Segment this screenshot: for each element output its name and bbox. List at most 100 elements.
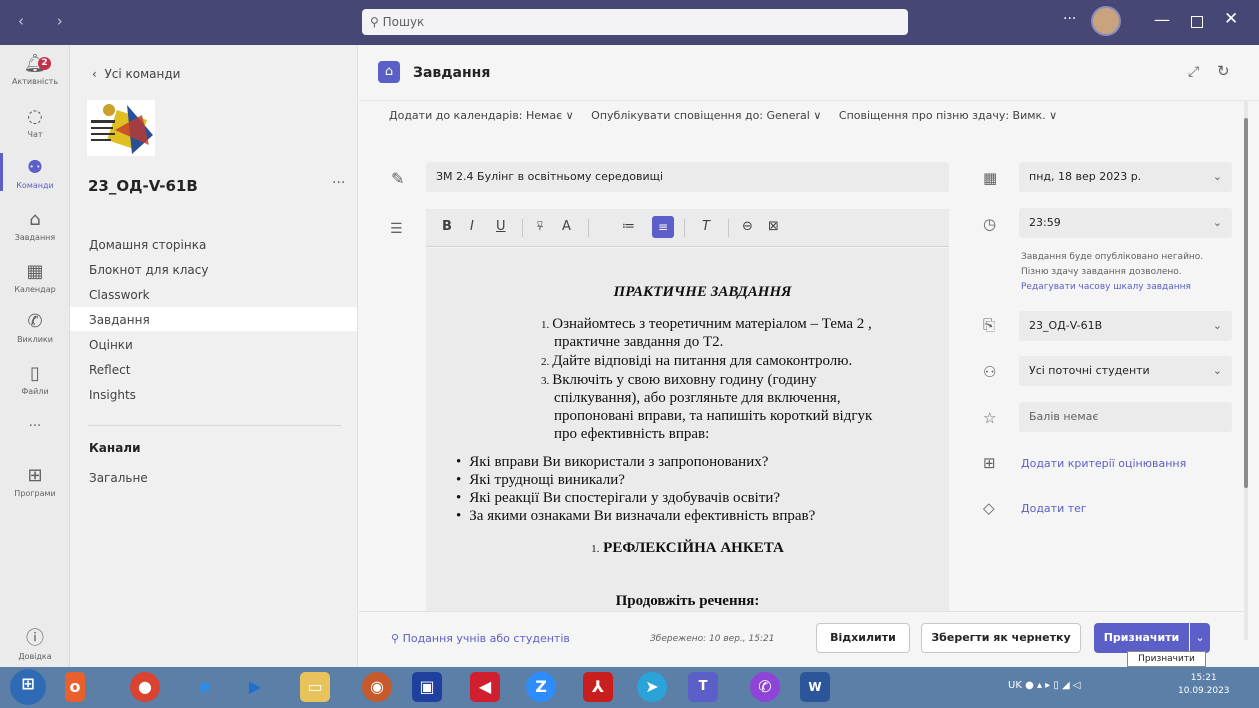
office-icon[interactable]: o (65, 672, 85, 702)
calendar-icon: ▦ (983, 169, 998, 187)
bullet-item: Які реакції Ви спостерігали у здобувачів… (456, 489, 780, 507)
system-tray[interactable]: UK ● ▴ ▸ ▯ ◢ ◁ (1008, 680, 1081, 691)
rail-item-calendar[interactable]: ▦ Календар (0, 261, 70, 294)
students-select[interactable]: Усі поточні студенти ⌄ (1019, 356, 1232, 386)
clear-format-icon[interactable]: T (702, 219, 710, 234)
chevron-down-icon: ⌄ (1212, 216, 1222, 229)
anydesk-icon[interactable]: ◀ (470, 672, 500, 702)
zoom-icon[interactable]: Z (526, 672, 556, 702)
viber-icon[interactable]: ✆ (750, 672, 780, 702)
person-icon: ⚲ (391, 632, 400, 645)
pdf-icon[interactable]: ⅄ (583, 672, 613, 702)
section-subheading: Продовжіть речення: (615, 593, 760, 609)
channels-header: Канали (89, 441, 141, 455)
nav-arrows[interactable]: ‹ › (18, 12, 77, 30)
font-color-icon[interactable]: A (562, 219, 571, 234)
rubric-icon: ⊞ (983, 454, 996, 472)
bullet-list-icon[interactable]: ≔ (622, 219, 635, 234)
refresh-icon[interactable]: ↻ (1217, 62, 1230, 80)
rail-item-apps[interactable]: ⊞ Програми (0, 465, 70, 498)
publish-note: Завдання буде опубліковано негайно. (1021, 252, 1204, 262)
rail-item-teams[interactable]: ⚉ Команди (0, 157, 70, 190)
rail-item-calls[interactable]: ✆ Виклики (0, 311, 70, 344)
saved-status: Збережено: 10 вер., 15:21 (650, 634, 775, 644)
more-options-button[interactable]: ··· (1063, 11, 1076, 27)
toolbar-divider (522, 219, 523, 237)
taskbar-clock[interactable]: 15:21 10.09.2023 (1178, 672, 1230, 698)
rail-item-assignments[interactable]: ⌂ Завдання (0, 209, 70, 242)
class-select[interactable]: 23_ОД-V-61В ⌄ (1019, 311, 1232, 341)
instructions-icon: ☰ (390, 221, 403, 237)
italic-button[interactable]: I (470, 219, 474, 234)
title-input[interactable]: ЗМ 2.4 Булінг в освітньому середовищі (426, 162, 949, 192)
maximize-button[interactable] (1191, 16, 1203, 28)
start-icon[interactable]: ⊞ (10, 669, 46, 705)
rail-item-help[interactable]: ⓘ Довідка (0, 628, 70, 661)
save-draft-button[interactable]: Зберегти як чернетку (921, 623, 1081, 653)
channel-general[interactable]: Загальне (89, 471, 148, 485)
assign-options-button[interactable]: ⌄ (1190, 623, 1210, 653)
page-header: ⌂ Завдання ⤢ ↻ (359, 45, 1259, 101)
section-heading: 1. РЕФЛЕКСІЙНА АНКЕТА (591, 540, 784, 556)
avatar[interactable] (1091, 6, 1121, 36)
sidebar-item-home[interactable]: Домашня сторінка (89, 238, 206, 252)
due-time-picker[interactable]: 23:59 ⌄ (1019, 208, 1232, 238)
bell-icon: 🔔︎ (23, 53, 47, 74)
format-toolbar: B I U ⍫ A ≔ ≡ T ⊖ ⊠ (426, 209, 949, 247)
ie-icon[interactable]: e (190, 672, 220, 702)
sidebar-item-classwork[interactable]: Classwork (89, 288, 150, 302)
submissions-link[interactable]: ⚲ Подання учнів або студентів (391, 632, 570, 645)
assign-button[interactable]: Призначити (1094, 623, 1189, 653)
bold-button[interactable]: B (442, 219, 452, 234)
chrome-icon[interactable]: ● (130, 672, 160, 702)
chat-icon: ◌ (27, 106, 43, 127)
folder-icon[interactable]: ▭ (300, 672, 330, 702)
chevron-down-icon: ⌄ (1212, 319, 1222, 332)
instructions-editor[interactable]: ПРАКТИЧНЕ ЗАВДАННЯ 1. Ознайомтесь з теоре… (426, 248, 949, 611)
rail-item-activity[interactable]: 🔔︎ Активність 2 (0, 53, 70, 86)
rail-item-files[interactable]: ▯ Файли (0, 363, 70, 396)
scrollbar-thumb[interactable] (1244, 118, 1248, 488)
rail-item-chat[interactable]: ◌ Чат (0, 106, 70, 139)
calendar-option[interactable]: Додати до календарів: Немає ∨ (389, 109, 574, 122)
sidebar-divider (88, 425, 341, 426)
apps-icon: ⊞ (27, 465, 43, 486)
due-date-picker[interactable]: пнд, 18 вер 2023 р. ⌄ (1019, 162, 1232, 192)
file-icon: ▯ (30, 363, 40, 384)
link-icon[interactable]: ⊖ (742, 219, 753, 234)
numbered-list-icon[interactable]: ≡ (652, 216, 674, 238)
underline-button[interactable]: U (496, 219, 506, 234)
expand-icon[interactable]: ⤢ (1188, 64, 1199, 80)
class-icon: ⎘ (983, 316, 996, 334)
sidebar-item-insights[interactable]: Insights (89, 388, 136, 402)
discard-button[interactable]: Відхилити (816, 623, 910, 653)
close-button[interactable]: ✕ (1224, 9, 1238, 29)
firefox-icon[interactable]: ◉ (362, 672, 392, 702)
list-item-cont: пропоновані вправи, та напишіть короткий… (554, 408, 873, 424)
late-option[interactable]: Сповіщення про пізню здачу: Вимк. ∨ (839, 109, 1057, 122)
image-icon[interactable]: ⊠ (768, 219, 779, 234)
points-input[interactable]: Балів немає (1019, 402, 1232, 432)
more-icon: ··· (28, 419, 42, 434)
search-input[interactable]: ⚲ Пошук (362, 9, 908, 35)
back-to-teams[interactable]: ‹ Усі команди (92, 67, 180, 81)
sidebar-item-notebook[interactable]: Блокнот для класу (89, 263, 208, 277)
sidebar-item-assignments[interactable]: Завдання (89, 313, 150, 327)
highlight-icon[interactable]: ⍫ (536, 219, 544, 234)
media-icon[interactable]: ▶ (240, 672, 270, 702)
add-rubric-link[interactable]: Додати критерії оцінювання (1021, 457, 1186, 470)
telegram-icon[interactable]: ➤ (637, 672, 667, 702)
sidebar-item-reflect[interactable]: Reflect (89, 363, 130, 377)
save-icon[interactable]: ▣ (412, 672, 442, 702)
rail-item-more[interactable]: ··· (0, 419, 70, 434)
minimize-button[interactable]: — (1154, 10, 1170, 29)
teams-taskbar-icon[interactable]: T (688, 672, 718, 702)
star-icon: ☆ (983, 409, 997, 427)
team-more-button[interactable]: ··· (332, 175, 345, 191)
notify-option[interactable]: Опублікувати сповіщення до: General ∨ (591, 109, 821, 122)
chevron-down-icon: ⌄ (1212, 170, 1222, 183)
sidebar-item-grades[interactable]: Оцінки (89, 338, 133, 352)
edit-timeline-link[interactable]: Редагувати часову шкалу завдання (1021, 282, 1191, 292)
add-tag-link[interactable]: Додати тег (1021, 502, 1087, 515)
word-icon[interactable]: W (800, 672, 830, 702)
